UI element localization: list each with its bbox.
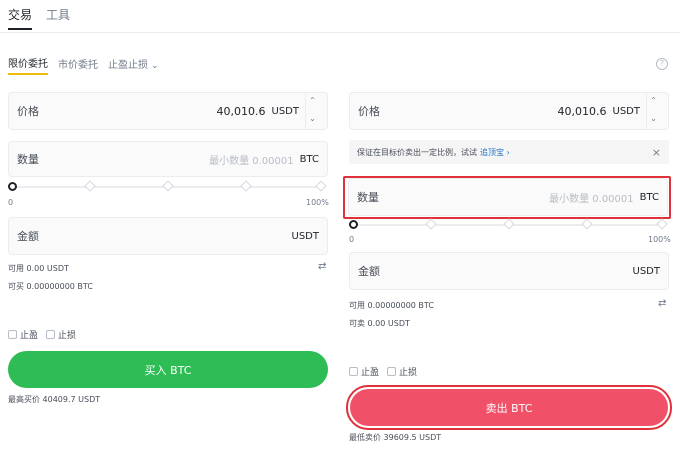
notice-link[interactable]: 追顶宝 › — [480, 147, 510, 158]
slider-step-25[interactable] — [84, 180, 96, 192]
sell-total-field[interactable]: 金额 USDT — [349, 252, 669, 290]
notice-banner: 保证在目标价卖出一定比例，试试 追顶宝 › × — [349, 140, 669, 164]
buy-amount-unit: BTC — [299, 153, 319, 165]
slider-handle[interactable] — [8, 182, 17, 191]
take-profit-label: 止盈 — [20, 331, 39, 341]
checkbox-box[interactable] — [8, 330, 17, 339]
sell-amount-slider[interactable] — [349, 218, 668, 231]
divider — [0, 32, 680, 33]
sell-total-unit: USDT — [632, 265, 660, 277]
buy-amount-slider[interactable] — [8, 180, 327, 193]
slider-step-100[interactable] — [315, 180, 327, 192]
buy-take-profit-checkbox[interactable]: 止盈 — [8, 328, 38, 341]
info-icon[interactable]: ? — [656, 58, 668, 70]
slider-step-75[interactable] — [240, 180, 252, 192]
buy-total-unit: USDT — [291, 230, 319, 242]
buy-price-unit: USDT — [271, 105, 299, 117]
checkbox-box[interactable] — [387, 367, 396, 376]
buy-can-buy: 可买 0.00000000 BTC — [8, 282, 93, 291]
chevron-down-icon[interactable]: ⌄ — [647, 111, 660, 129]
buy-price-value[interactable]: 40,010.6 — [39, 105, 266, 118]
highlight-box — [343, 176, 671, 219]
slider-step-50[interactable] — [162, 180, 174, 192]
sell-price-stepper[interactable]: ⌃ ⌄ — [646, 93, 660, 129]
slider-step-50[interactable] — [503, 218, 515, 230]
buy-total-field[interactable]: 金额 USDT — [8, 217, 328, 255]
slider-step-25[interactable] — [425, 218, 437, 230]
buy-price-stepper[interactable]: ⌃ ⌄ — [305, 93, 319, 129]
tab-tpsl-label: 止盈止损 — [108, 60, 148, 71]
notice-text: 保证在目标价卖出一定比例，试试 — [357, 147, 477, 157]
buy-available: 可用 0.00 USDT — [8, 264, 69, 273]
sell-best-price: 最低卖价 39609.5 USDT — [349, 433, 442, 442]
buy-total-label: 金额 — [17, 230, 39, 243]
tab-tools[interactable]: 工具 — [46, 6, 70, 30]
sell-slider-min: 0 — [349, 235, 355, 244]
buy-slider-max: 100% — [306, 198, 329, 207]
tab-market-order[interactable]: 市价委托 — [58, 56, 98, 74]
sell-price-field[interactable]: 价格 40,010.6 USDT ⌃ ⌄ — [349, 92, 669, 130]
sell-available: 可用 0.00000000 BTC — [349, 301, 434, 310]
slider-handle[interactable] — [349, 220, 358, 229]
swap-icon[interactable]: ⇄ — [318, 261, 326, 272]
close-icon[interactable]: × — [652, 146, 661, 159]
tab-limit-order[interactable]: 限价委托 — [8, 55, 48, 75]
chevron-down-icon: ⌄ — [151, 61, 159, 71]
chevron-up-icon[interactable]: ⌃ — [306, 93, 319, 111]
stop-loss-label: 止损 — [399, 368, 418, 378]
tab-tpsl[interactable]: 止盈止损 ⌄ — [108, 56, 159, 74]
stop-loss-label: 止损 — [58, 331, 77, 341]
sell-price-unit: USDT — [612, 105, 640, 117]
sell-price-value[interactable]: 40,010.6 — [380, 105, 607, 118]
buy-best-price: 最高买价 40409.7 USDT — [8, 395, 101, 404]
sell-total-label: 金额 — [358, 265, 380, 278]
buy-price-label: 价格 — [17, 105, 39, 118]
buy-slider-min: 0 — [8, 198, 14, 207]
buy-button[interactable]: 买入 BTC — [8, 351, 328, 388]
slider-step-75[interactable] — [581, 218, 593, 230]
buy-amount-input[interactable]: 最小数量 0.00001 — [39, 152, 294, 167]
buy-stop-loss-checkbox[interactable]: 止损 — [46, 328, 76, 341]
chevron-up-icon[interactable]: ⌃ — [647, 93, 660, 111]
sell-slider-max: 100% — [648, 235, 671, 244]
checkbox-box[interactable] — [349, 367, 358, 376]
sell-can-sell: 可卖 0.00 USDT — [349, 319, 410, 328]
chevron-down-icon[interactable]: ⌄ — [306, 111, 319, 129]
slider-step-100[interactable] — [656, 218, 668, 230]
swap-icon[interactable]: ⇄ — [658, 298, 666, 309]
tab-trade[interactable]: 交易 — [8, 6, 33, 30]
top-tabs: 交易 工具 — [8, 6, 70, 30]
checkbox-box[interactable] — [46, 330, 55, 339]
order-type-tabs: 限价委托 市价委托 止盈止损 ⌄ — [8, 55, 159, 75]
take-profit-label: 止盈 — [361, 368, 380, 378]
sell-take-profit-checkbox[interactable]: 止盈 — [349, 365, 379, 378]
buy-price-field[interactable]: 价格 40,010.6 USDT ⌃ ⌄ — [8, 92, 328, 130]
notice-link-label: 追顶宝 — [480, 147, 504, 157]
buy-amount-field[interactable]: 数量 最小数量 0.00001 BTC — [8, 141, 328, 177]
sell-stop-loss-checkbox[interactable]: 止损 — [387, 365, 417, 378]
buy-amount-label: 数量 — [17, 153, 39, 166]
highlight-box — [346, 385, 672, 430]
sell-price-label: 价格 — [358, 105, 380, 118]
